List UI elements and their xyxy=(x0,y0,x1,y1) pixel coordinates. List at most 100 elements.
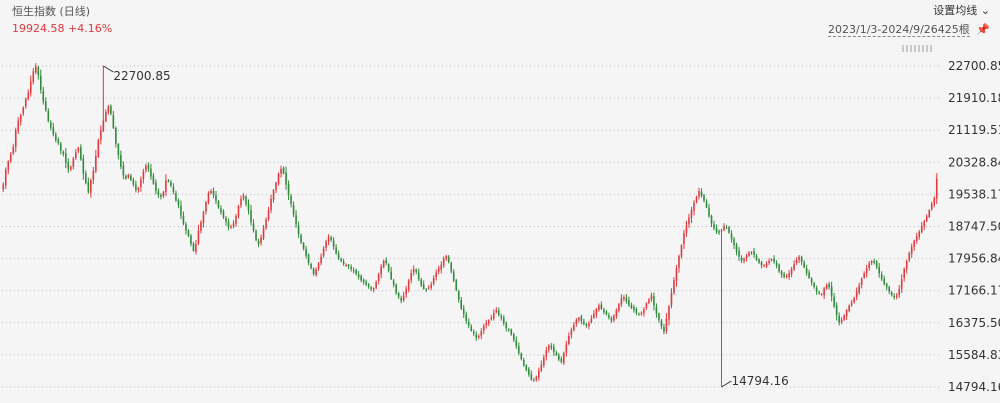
candle-body xyxy=(487,320,490,324)
candle-body xyxy=(32,71,35,83)
candle-body xyxy=(180,205,182,216)
candle-body xyxy=(790,269,793,274)
candle-body xyxy=(350,266,352,270)
candle-body xyxy=(327,236,330,242)
ma-settings-button[interactable]: 设置均线 ⌄ xyxy=(933,2,990,18)
candle-body xyxy=(623,297,625,300)
candle-body xyxy=(698,191,700,197)
candle-body xyxy=(302,243,305,249)
candle-body xyxy=(765,263,768,267)
candle-body xyxy=(720,230,723,232)
candle-body xyxy=(252,223,255,231)
ma-settings-label: 设置均线 xyxy=(933,4,978,17)
candle-body xyxy=(690,209,693,219)
candle-body xyxy=(467,321,470,326)
candle-body xyxy=(377,274,380,281)
date-range: 2023/1/3-2024/9/26 xyxy=(828,23,938,36)
candle-body xyxy=(195,243,197,252)
candle-body xyxy=(212,190,215,195)
candle-body xyxy=(565,344,568,353)
chart-title: 恒生指数 (日线) xyxy=(12,5,91,18)
candle-body xyxy=(405,288,407,295)
candle-body xyxy=(803,262,805,268)
candle-body xyxy=(415,269,417,272)
candle-body xyxy=(67,162,70,170)
candle-body xyxy=(738,250,740,257)
candle-body xyxy=(555,353,558,356)
candle-body xyxy=(245,196,247,205)
candlestick-chart[interactable]: 22700.85 21910.18 21119.51 20328.84 19538.17… xyxy=(0,0,1000,403)
candle-body xyxy=(127,174,130,178)
candle-body xyxy=(115,127,117,144)
candle-body xyxy=(512,334,515,341)
candle-body xyxy=(843,315,845,320)
candle-body xyxy=(365,281,367,285)
candle-body xyxy=(142,171,145,179)
candle-body xyxy=(375,282,377,288)
candle-body xyxy=(903,269,906,279)
candle-body xyxy=(583,321,585,324)
candle-body xyxy=(663,327,665,332)
candle-body xyxy=(145,165,147,171)
candle-body xyxy=(845,310,848,317)
candle-body xyxy=(550,345,553,348)
candle-body xyxy=(735,244,738,252)
candle-body xyxy=(330,237,332,240)
candle-body xyxy=(65,153,67,163)
candle-body xyxy=(888,286,890,292)
candle-body xyxy=(878,266,880,274)
candle-body xyxy=(520,353,523,360)
candle-body xyxy=(605,311,608,315)
candle-body xyxy=(768,260,770,264)
candle-body xyxy=(24,99,27,107)
candle-body xyxy=(905,260,908,270)
candle-body xyxy=(282,167,285,174)
candle-body xyxy=(495,310,498,313)
candle-body xyxy=(492,312,495,319)
candle-body xyxy=(2,184,5,190)
candle-body xyxy=(187,230,190,236)
candle-body xyxy=(235,216,237,224)
candle-body xyxy=(200,221,202,231)
bar-count: 425根 xyxy=(937,23,970,36)
zoom-handle[interactable] xyxy=(902,45,932,52)
candle-body xyxy=(715,227,718,232)
candle-body xyxy=(160,194,162,197)
candle-body xyxy=(215,195,217,201)
candle-body xyxy=(462,308,465,315)
date-range-selector[interactable]: 2023/1/3-2024/9/26425根 📌 xyxy=(828,21,990,37)
candle-body xyxy=(147,165,150,169)
candle-body xyxy=(427,287,430,289)
candle-body xyxy=(568,336,570,344)
candle-body xyxy=(840,319,843,323)
candle-body xyxy=(412,268,415,273)
candle-body xyxy=(828,284,830,287)
pin-icon[interactable]: 📌 xyxy=(976,23,990,36)
candle-body xyxy=(325,241,327,249)
candle-body xyxy=(630,305,633,309)
candle-body xyxy=(80,147,82,160)
candle-body xyxy=(680,245,683,257)
candle-body xyxy=(615,310,618,317)
candle-body xyxy=(42,90,45,102)
candle-body xyxy=(232,223,235,227)
y-tick-label: 16375.50 xyxy=(948,316,1000,330)
candle-body xyxy=(335,247,337,254)
candle-body xyxy=(893,295,896,298)
extreme-label: 14794.16 xyxy=(732,374,789,388)
candle-body xyxy=(490,317,493,320)
candle-body xyxy=(668,306,670,320)
candle-body xyxy=(295,215,297,225)
y-tick-label: 15584.83 xyxy=(948,348,1000,362)
candle-body xyxy=(853,297,855,303)
candle-body xyxy=(87,182,90,192)
candle-body xyxy=(457,290,460,300)
candle-body xyxy=(39,75,42,90)
candle-body xyxy=(425,289,428,291)
candle-body xyxy=(60,143,62,151)
candle-body xyxy=(400,297,402,301)
candle-body xyxy=(515,340,518,347)
candle-body xyxy=(505,322,508,329)
candle-body xyxy=(175,193,177,201)
candle-body xyxy=(780,271,783,275)
